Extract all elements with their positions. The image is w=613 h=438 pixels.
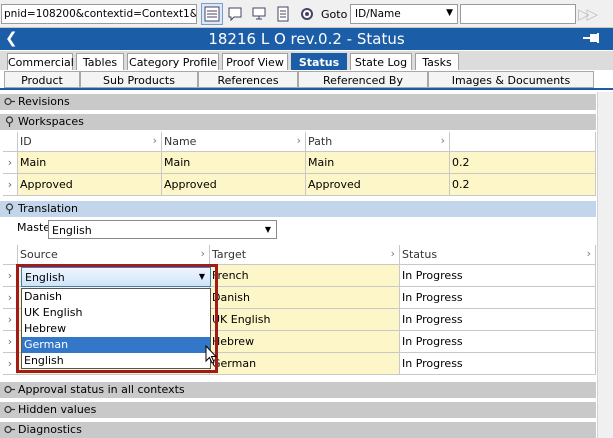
tab-tables[interactable]: Tables (76, 53, 124, 70)
section-title: Approval status in all contexts (18, 383, 185, 396)
tab-images-documents[interactable]: Images & Documents (428, 71, 594, 88)
section-translation[interactable]: Translation (0, 201, 596, 217)
speech-bubble-icon (228, 7, 242, 22)
monitor-icon (252, 7, 266, 20)
top-toolbar: pnid=108200&contextid=Context1&id= Goto … (0, 0, 613, 28)
column-header-version[interactable] (450, 132, 596, 152)
section-title: Translation (18, 202, 78, 215)
tab-tasks[interactable]: Tasks (415, 53, 459, 70)
cell-target: UK English (210, 309, 400, 331)
cell-target: Danish (210, 287, 400, 309)
collapse-section-icon (5, 203, 14, 214)
section-title: Diagnostics (18, 423, 82, 436)
section-workspaces[interactable]: Workspaces (0, 114, 596, 130)
cell-status: In Progress (400, 353, 596, 375)
row-expand-icon[interactable]: › (3, 152, 18, 174)
column-header-status[interactable]: Status › (400, 245, 596, 265)
section-title: Revisions (18, 95, 70, 108)
forward-arrows-icon[interactable]: ▷▷ (578, 5, 612, 23)
master-select-value: English (52, 224, 92, 237)
cell-status: In Progress (400, 287, 596, 309)
cell-path: Approved (306, 174, 450, 196)
column-header-name[interactable]: Name › (162, 132, 306, 152)
comment-button[interactable] (224, 3, 246, 25)
cell-version: 0.2 (450, 174, 596, 196)
pin-icon[interactable] (583, 32, 601, 44)
tab-commercial[interactable]: Commercial (7, 53, 74, 70)
tab-sub-products[interactable]: Sub Products (80, 71, 198, 88)
cell-status: In Progress (400, 331, 596, 353)
url-field[interactable]: pnid=108200&contextid=Context1&id= (1, 4, 197, 24)
list-view-icon (204, 6, 220, 22)
gear-icon (301, 8, 313, 20)
expand-section-icon (4, 405, 15, 414)
master-language-select[interactable]: English ▼ (48, 220, 277, 239)
goto-select[interactable]: ID/Name ▼ (350, 4, 458, 24)
cell-name: Main (162, 152, 306, 174)
column-header-target[interactable]: Target › (210, 245, 400, 265)
collapse-section-icon (5, 116, 14, 127)
chevron-down-icon: ▼ (446, 8, 453, 18)
cell-version: 0.2 (450, 152, 596, 174)
tab-state-log[interactable]: State Log (350, 53, 412, 70)
vertical-scrollbar[interactable] (597, 92, 613, 438)
cell-path: Main (306, 152, 450, 174)
cell-name: Approved (162, 174, 306, 196)
row-marker-header (3, 132, 18, 152)
mouse-cursor-icon (205, 345, 217, 364)
tab-references[interactable]: References (198, 71, 298, 88)
section-diagnostics[interactable]: Diagnostics (0, 422, 596, 438)
goto-label: Goto (321, 8, 348, 21)
column-header-id[interactable]: ID › (18, 132, 162, 152)
title-bar: ❮ 18216 L O rev.0.2 - Status (0, 28, 613, 50)
row-expand-icon[interactable]: › (3, 174, 18, 196)
cell-status: In Progress (400, 265, 596, 287)
goto-input[interactable] (460, 4, 576, 24)
section-approval-status[interactable]: Approval status in all contexts (0, 382, 596, 398)
row-marker-header (3, 245, 18, 265)
cell-target: Hebrew (210, 331, 400, 353)
tab-referenced-by[interactable]: Referenced By (298, 71, 428, 88)
section-revisions[interactable]: Revisions (0, 94, 596, 110)
page-title: 18216 L O rev.0.2 - Status (208, 30, 405, 48)
cell-id: Main (18, 152, 162, 174)
tab-category-profile[interactable]: Category Profile (127, 53, 219, 70)
tab-status[interactable]: Status (291, 53, 347, 70)
column-header-source[interactable]: Source › (18, 245, 210, 265)
tab-bar-primary: Commercial Tables Category Profile Proof… (0, 51, 613, 70)
cell-target: French (210, 265, 400, 287)
section-title: Workspaces (18, 115, 84, 128)
tab-bar-secondary: Product Sub Products References Referenc… (0, 70, 613, 90)
tab-product[interactable]: Product (4, 71, 80, 88)
expand-section-icon (4, 425, 15, 434)
document-icon (277, 6, 289, 22)
cell-target: German (210, 353, 400, 375)
section-title: Hidden values (18, 403, 97, 416)
monitor-button[interactable] (248, 3, 270, 25)
tab-proof-view[interactable]: Proof View (222, 53, 288, 70)
expand-section-icon (4, 385, 15, 394)
cell-id: Approved (18, 174, 162, 196)
section-hidden-values[interactable]: Hidden values (0, 402, 596, 418)
settings-button[interactable] (296, 3, 318, 25)
expand-section-icon (4, 97, 15, 106)
annotation-highlight-box (16, 264, 218, 373)
column-header-path[interactable]: Path › (306, 132, 450, 152)
document-button[interactable] (272, 3, 294, 25)
chevron-down-icon: ▼ (264, 225, 271, 234)
list-view-button[interactable] (201, 3, 223, 25)
cell-status: In Progress (400, 309, 596, 331)
goto-select-value: ID/Name (355, 8, 401, 20)
